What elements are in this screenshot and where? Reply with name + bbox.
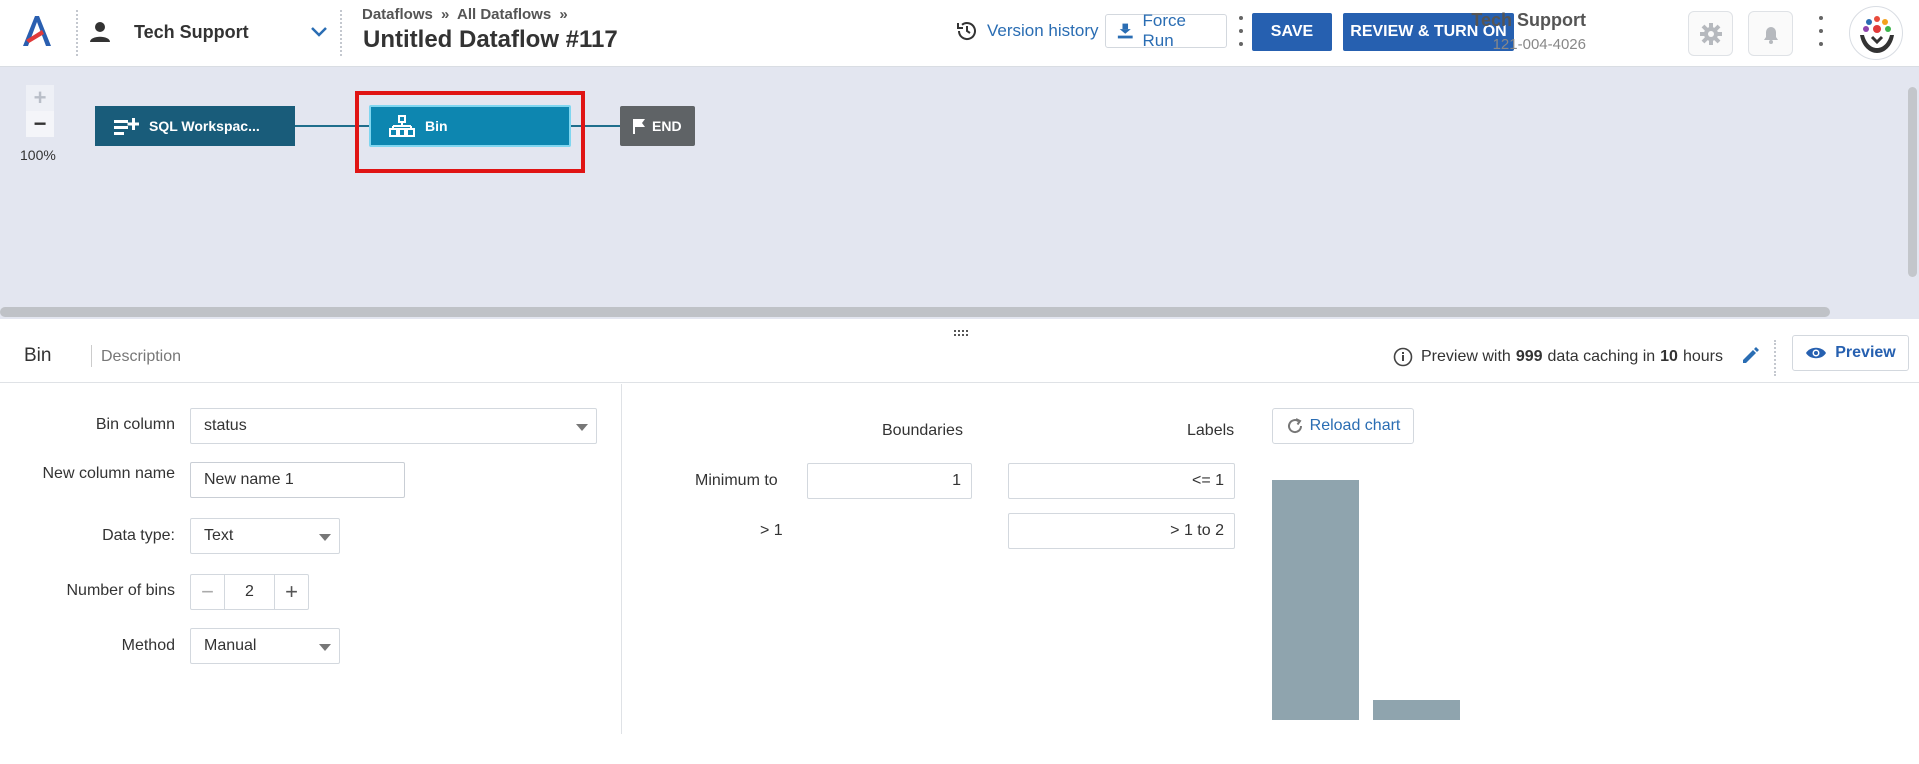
- data-type-value: Text: [204, 527, 234, 544]
- method-select[interactable]: Manual: [190, 628, 340, 664]
- tile-end[interactable]: END: [620, 106, 695, 146]
- chevron-down-icon[interactable]: [310, 24, 328, 40]
- connector-line: [571, 125, 620, 127]
- tile-bin-label: Bin: [425, 118, 448, 134]
- org-logo-icon: [1860, 16, 1894, 53]
- label-input[interactable]: > 1 to 2: [1008, 513, 1235, 549]
- settings-button[interactable]: [1688, 11, 1733, 56]
- breadcrumb-all-dataflows[interactable]: All Dataflows: [457, 6, 551, 23]
- bin-column-label: Bin column: [95, 416, 175, 433]
- tab-bin[interactable]: Bin: [24, 345, 51, 367]
- tile-sql-label: SQL Workspac...: [149, 118, 260, 134]
- num-bins-value[interactable]: 2: [225, 575, 274, 609]
- connector-line: [295, 125, 369, 127]
- chart-bar-1[interactable]: [1272, 480, 1359, 720]
- bell-icon: [1763, 26, 1778, 44]
- boundaries-header: Boundaries: [882, 422, 963, 439]
- app-header: Tech Support Dataflows » All Dataflows »…: [0, 0, 1919, 67]
- new-column-name-input[interactable]: New name 1: [190, 462, 405, 498]
- history-icon: [957, 22, 976, 40]
- group-selector[interactable]: Tech Support: [88, 16, 328, 48]
- decrement-button[interactable]: −: [191, 575, 225, 609]
- breadcrumb-dataflows[interactable]: Dataflows: [362, 6, 433, 23]
- num-bins-label: Number of bins: [66, 582, 176, 599]
- bin-column-select[interactable]: status: [190, 408, 597, 444]
- cache-hours: 10: [1660, 348, 1678, 365]
- new-column-label: New column name: [42, 465, 176, 482]
- caret-down-icon: [576, 424, 588, 431]
- force-run-button[interactable]: Force Run: [1105, 11, 1227, 50]
- method-label: Method: [121, 637, 175, 654]
- force-run-label: Force Run: [1142, 11, 1186, 50]
- label-input[interactable]: <= 1: [1008, 463, 1235, 499]
- pencil-icon[interactable]: [1740, 344, 1762, 366]
- panel-tabbar: Bin Description Preview with 999 data ca…: [0, 335, 1919, 383]
- bin-range-label: Minimum to: [695, 472, 778, 489]
- method-value: Manual: [204, 637, 257, 654]
- preview-info-middle: data caching in: [1547, 348, 1656, 365]
- tile-end-label: END: [652, 118, 682, 134]
- header-divider: [76, 10, 79, 56]
- avatar[interactable]: [1849, 6, 1903, 60]
- zoom-level: 100%: [20, 147, 56, 163]
- tab-description[interactable]: Description: [101, 348, 181, 366]
- bin-range-label: > 1: [760, 522, 783, 539]
- data-type-select[interactable]: Text: [190, 518, 340, 554]
- page-title[interactable]: Untitled Dataflow #117: [363, 26, 618, 54]
- preview-count: 999: [1515, 348, 1543, 365]
- flag-icon: [633, 119, 645, 134]
- num-bins-stepper: − 2 +: [190, 574, 309, 610]
- tab-divider: [91, 345, 92, 367]
- dataflow-canvas[interactable]: + − 100% SQL Workspac... Bin END: [0, 67, 1919, 319]
- notifications-button[interactable]: [1748, 11, 1793, 56]
- bin-settings-form: Bin column status New column name New na…: [0, 384, 622, 734]
- preview-button[interactable]: Preview: [1792, 335, 1909, 371]
- app-logo-icon[interactable]: [20, 12, 54, 50]
- breadcrumb-separator: »: [559, 6, 568, 23]
- sql-add-icon: [114, 118, 139, 135]
- preview-info-suffix: hours: [1682, 348, 1723, 365]
- caret-down-icon: [319, 644, 331, 651]
- horizontal-scrollbar[interactable]: [0, 307, 1830, 317]
- breadcrumb: Dataflows » All Dataflows »: [362, 6, 572, 23]
- bin-distribution-chart: [1272, 480, 1460, 720]
- chart-bar-2[interactable]: [1373, 700, 1460, 720]
- person-icon: [90, 22, 110, 42]
- reload-chart-button[interactable]: Reload chart: [1272, 408, 1414, 444]
- panel-divider: [1774, 340, 1777, 376]
- gear-icon: [1699, 22, 1722, 45]
- vertical-scrollbar[interactable]: [1908, 87, 1917, 277]
- user-phone: 121-004-4026: [1492, 36, 1586, 53]
- reload-chart-label: Reload chart: [1309, 417, 1401, 434]
- data-type-label: Data type:: [102, 527, 175, 544]
- preview-info-prefix: Preview with: [1421, 348, 1511, 365]
- preview-info: Preview with 999 data caching in 10 hour…: [1393, 342, 1723, 372]
- header-divider: [340, 10, 343, 56]
- tile-bin[interactable]: Bin: [369, 105, 571, 147]
- bin-icon: [389, 115, 415, 137]
- force-run-icon: [1117, 23, 1133, 39]
- info-icon: [1393, 347, 1413, 367]
- more-options-icon[interactable]: [1238, 16, 1244, 46]
- caret-down-icon: [319, 534, 331, 541]
- zoom-out-button[interactable]: −: [26, 111, 54, 137]
- bin-column-value: status: [204, 417, 247, 434]
- breadcrumb-separator: »: [441, 6, 450, 23]
- preview-label: Preview: [1835, 344, 1896, 361]
- bin-boundaries-section: Boundaries Labels Minimum to 1 <= 1 > 1 …: [623, 384, 1919, 734]
- labels-header: Labels: [1187, 422, 1235, 439]
- zoom-in-button[interactable]: +: [26, 85, 54, 111]
- eye-icon: [1806, 347, 1827, 359]
- increment-button[interactable]: +: [274, 575, 308, 609]
- tile-sql-workspace[interactable]: SQL Workspac...: [95, 106, 295, 146]
- more-options-icon[interactable]: [1818, 16, 1824, 46]
- boundary-input[interactable]: 1: [807, 463, 972, 499]
- user-name: Tech Support: [1471, 10, 1586, 30]
- refresh-icon: [1287, 418, 1302, 434]
- zoom-controls: + −: [26, 85, 54, 137]
- group-name: Tech Support: [134, 21, 249, 42]
- version-history-button[interactable]: Version history: [955, 14, 1099, 48]
- save-button[interactable]: SAVE: [1252, 13, 1332, 51]
- version-history-label: Version history: [987, 21, 1099, 40]
